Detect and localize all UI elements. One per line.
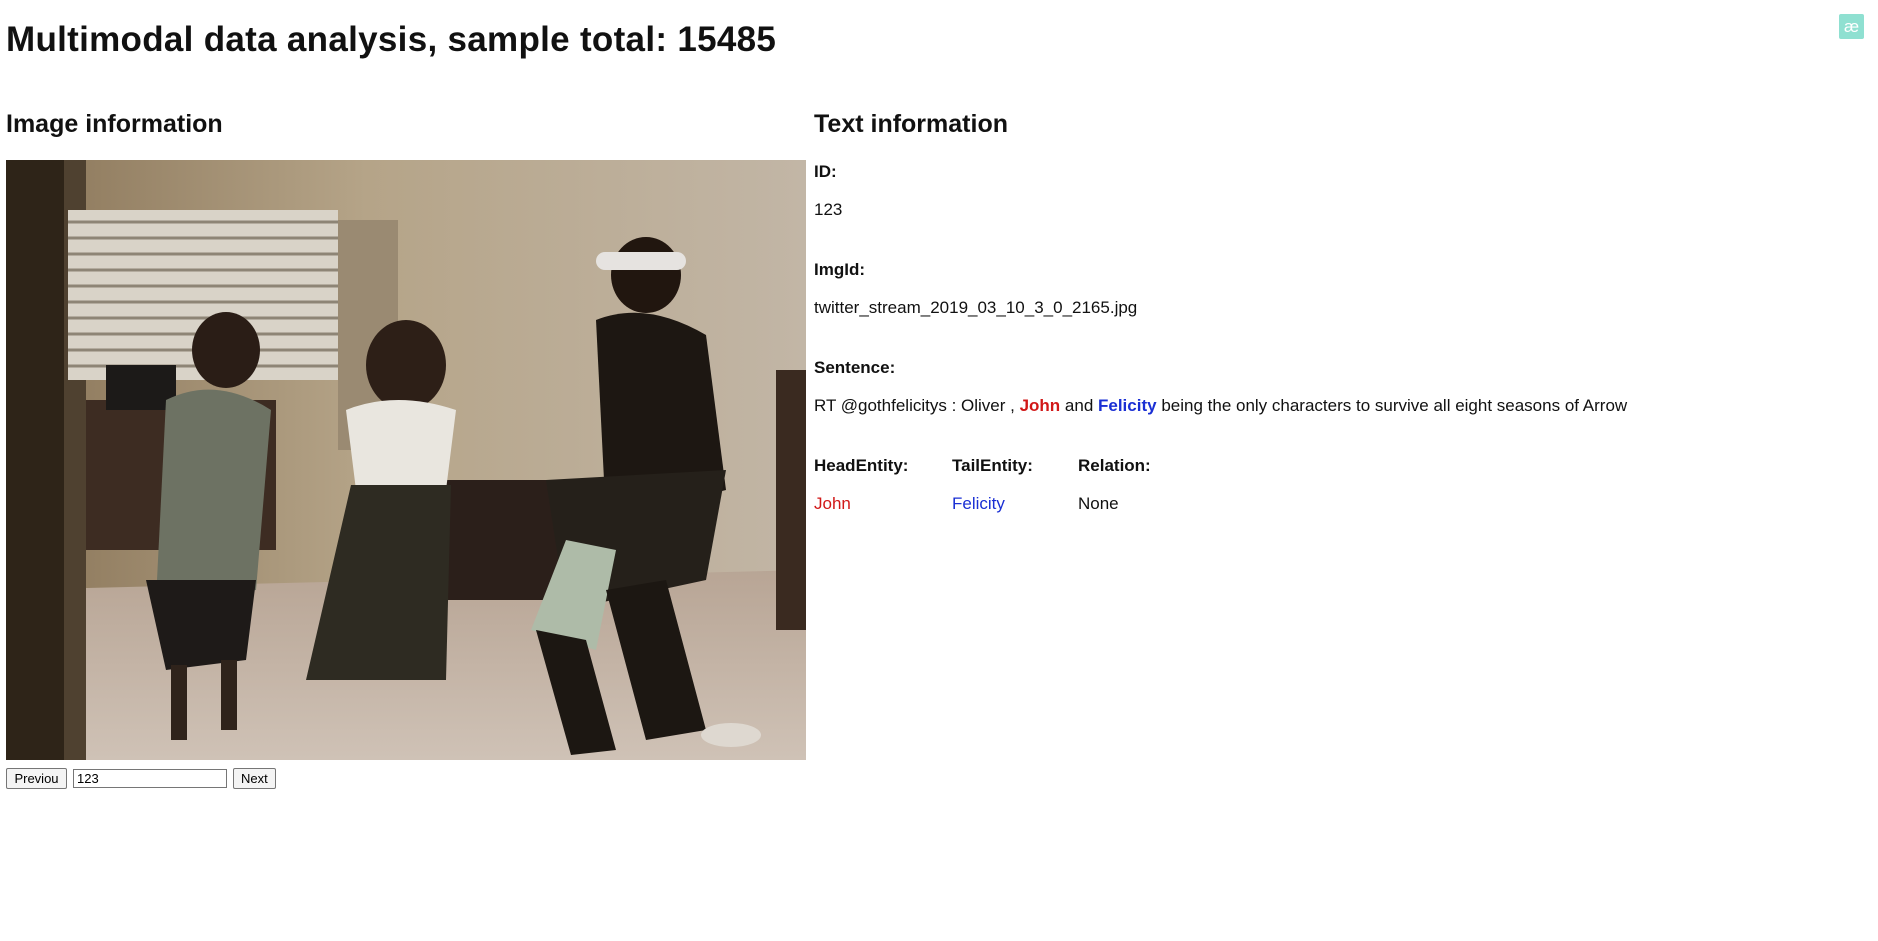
pager: Previou Next xyxy=(6,768,276,789)
sentence-head-entity: John xyxy=(1019,396,1061,415)
imgid-value: twitter_stream_2019_03_10_3_0_2165.jpg xyxy=(814,298,1138,317)
tail-entity-column: TailEntity: Felicity xyxy=(952,456,1078,536)
relation-value: None xyxy=(1078,494,1119,513)
relation-label: Relation: xyxy=(1078,456,1151,475)
sentence-value: RT @gothfelicitys : Oliver , John and Fe… xyxy=(814,396,1627,416)
sample-image xyxy=(6,160,806,760)
tail-entity-label: TailEntity: xyxy=(952,456,1033,475)
sentence-text-after: being the only characters to survive all… xyxy=(1156,396,1628,415)
head-entity-value: John xyxy=(814,494,851,513)
app-logo-icon[interactable]: æ xyxy=(1839,14,1864,39)
sentence-text-before: RT @gothfelicitys : Oliver , xyxy=(814,396,1020,415)
head-entity-label: HeadEntity: xyxy=(814,456,909,475)
sentence-text-middle: and xyxy=(1060,396,1098,415)
sentence-tail-entity: Felicity xyxy=(1098,396,1157,415)
head-entity-column: HeadEntity: John xyxy=(814,456,952,536)
id-label: ID: xyxy=(814,162,837,181)
relation-column: Relation: None xyxy=(1078,456,1198,536)
page-title: Multimodal data analysis, sample total: … xyxy=(6,20,777,59)
imgid-label: ImgId: xyxy=(814,260,865,279)
previous-button[interactable]: Previou xyxy=(6,768,67,789)
sentence-label: Sentence: xyxy=(814,358,896,377)
relation-row: HeadEntity: John TailEntity: Felicity Re… xyxy=(814,456,1198,536)
page: Multimodal data analysis, sample total: … xyxy=(0,0,1878,941)
page-number-input[interactable] xyxy=(73,769,227,788)
image-section-title: Image information xyxy=(6,110,223,138)
next-button[interactable]: Next xyxy=(233,768,276,789)
text-section-title: Text information xyxy=(814,110,1008,138)
tail-entity-value: Felicity xyxy=(952,494,1005,513)
id-value: 123 xyxy=(814,200,843,219)
